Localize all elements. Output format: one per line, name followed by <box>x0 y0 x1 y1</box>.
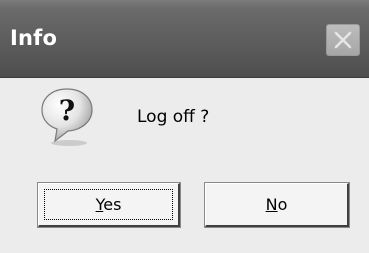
no-accelerator: N <box>265 195 278 214</box>
no-button[interactable]: No <box>204 182 350 228</box>
close-button[interactable] <box>326 24 360 56</box>
yes-button-label: Yes <box>96 195 122 214</box>
title-bar[interactable]: Info <box>0 0 369 78</box>
svg-text:?: ? <box>59 94 75 127</box>
no-label-rest: o <box>277 195 288 214</box>
info-dialog: Info ? Log off ? Yes No <box>0 0 369 253</box>
yes-button[interactable]: Yes <box>37 182 181 228</box>
close-icon <box>333 30 353 50</box>
question-icon: ? <box>38 86 96 148</box>
dialog-title: Info <box>10 26 58 50</box>
no-button-label: No <box>266 195 288 214</box>
yes-label-rest: es <box>103 195 122 214</box>
dialog-message: Log off ? <box>137 107 210 127</box>
